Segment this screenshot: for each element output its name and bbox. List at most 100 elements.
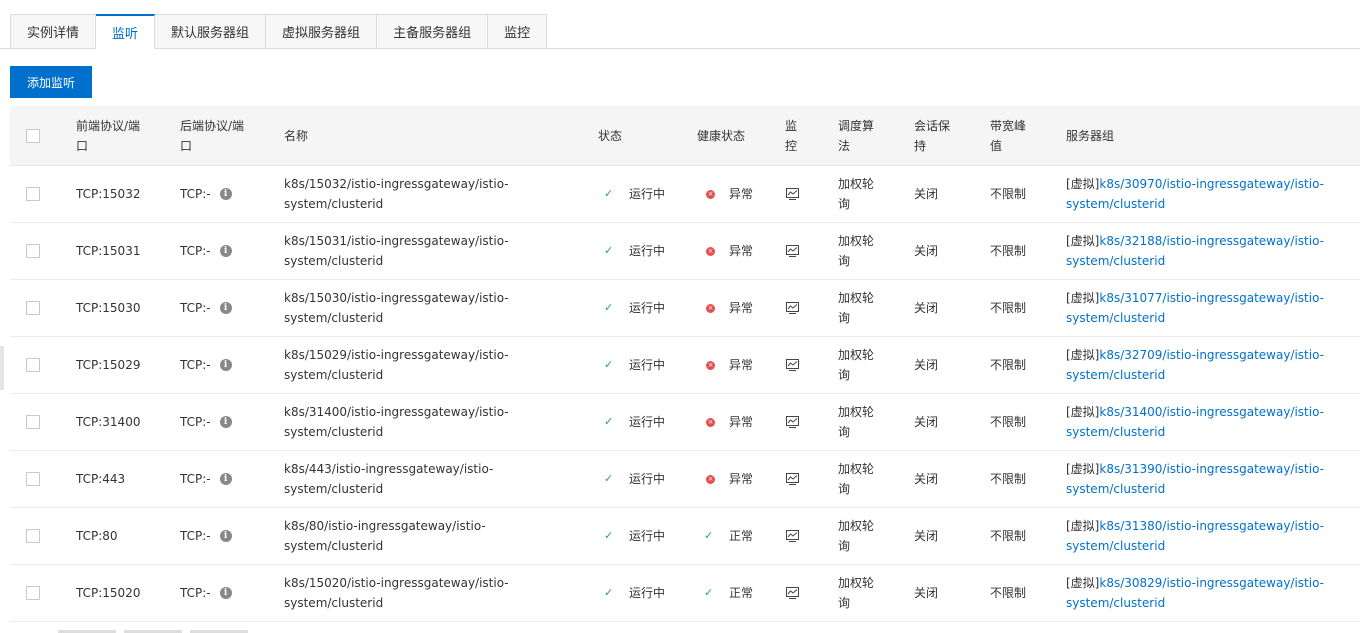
table-body: TCP:15032 TCP:- i k8s/15032/istio-ingres… bbox=[10, 166, 1360, 622]
server-group-link[interactable]: system/clusterid bbox=[1066, 425, 1165, 439]
listener-name: k8s/15030/istio-ingressgateway/istio-sys… bbox=[284, 288, 509, 328]
error-circle-icon: × bbox=[706, 474, 715, 484]
listener-name-line: k8s/31400/istio-ingressgateway/istio- bbox=[284, 405, 509, 419]
info-icon[interactable]: i bbox=[219, 245, 232, 257]
row-select-cell bbox=[26, 508, 40, 564]
status-cell: ✓ 运行中 bbox=[604, 565, 665, 621]
server-group-type: [虚拟] bbox=[1066, 291, 1100, 305]
row-checkbox[interactable] bbox=[26, 415, 40, 429]
tab-monitoring[interactable]: 监控 bbox=[488, 14, 548, 49]
row-checkbox[interactable] bbox=[26, 529, 40, 543]
server-group-line: system/clusterid bbox=[1066, 422, 1324, 442]
listener-name-line: k8s/15020/istio-ingressgateway/istio- bbox=[284, 576, 509, 590]
session-text: 关闭 bbox=[914, 301, 939, 315]
server-group-cell: [虚拟]k8s/31400/istio-ingressgateway/istio… bbox=[1066, 394, 1356, 450]
info-icon[interactable]: i bbox=[219, 473, 232, 485]
row-select-cell bbox=[26, 565, 40, 621]
server-group-link[interactable]: system/clusterid bbox=[1066, 539, 1165, 553]
listener-name-cell: k8s/15030/istio-ingressgateway/istio-sys… bbox=[284, 280, 584, 336]
row-checkbox[interactable] bbox=[26, 472, 40, 486]
server-group-link[interactable]: k8s/31380/istio-ingressgateway/istio- bbox=[1099, 519, 1324, 533]
server-group-cell: [虚拟]k8s/31390/istio-ingressgateway/istio… bbox=[1066, 451, 1356, 507]
server-group-link[interactable]: system/clusterid bbox=[1066, 482, 1165, 496]
health-cell: × 异常 bbox=[704, 223, 753, 279]
listener-name-line: k8s/15030/istio-ingressgateway/istio- bbox=[284, 291, 509, 305]
server-group-link[interactable]: k8s/31077/istio-ingressgateway/istio- bbox=[1099, 291, 1324, 305]
header-frontend-line2: 口 bbox=[76, 138, 89, 153]
health-cell: × 异常 bbox=[704, 451, 753, 507]
algorithm-text: 加权轮询 bbox=[838, 459, 874, 499]
server-group-link[interactable]: k8s/32709/istio-ingressgateway/istio- bbox=[1099, 348, 1324, 362]
header-bandwidth-line2: 值 bbox=[990, 138, 1003, 153]
server-group-link[interactable]: system/clusterid bbox=[1066, 368, 1165, 382]
info-icon[interactable]: i bbox=[219, 587, 232, 599]
monitor-chart-icon[interactable] bbox=[786, 587, 799, 599]
header-algorithm-line2: 法 bbox=[838, 138, 851, 153]
server-group-link[interactable]: system/clusterid bbox=[1066, 596, 1165, 610]
tab-listeners[interactable]: 监听 bbox=[96, 14, 156, 49]
add-listener-button[interactable]: 添加监听 bbox=[10, 66, 92, 98]
tab-virtual-server-group[interactable]: 虚拟服务器组 bbox=[266, 14, 378, 49]
monitor-chart-icon[interactable] bbox=[786, 416, 799, 428]
algorithm-text-line: 加权轮 bbox=[838, 462, 875, 476]
algorithm-text-line: 询 bbox=[838, 482, 851, 496]
algorithm-cell: 加权轮询 bbox=[838, 394, 883, 450]
table-row: TCP:15032 TCP:- i k8s/15032/istio-ingres… bbox=[10, 166, 1360, 223]
server-group-link[interactable]: k8s/31400/istio-ingressgateway/istio- bbox=[1099, 405, 1324, 419]
row-checkbox[interactable] bbox=[26, 244, 40, 258]
info-icon[interactable]: i bbox=[219, 359, 232, 371]
info-icon[interactable]: i bbox=[219, 416, 232, 428]
select-all-checkbox[interactable] bbox=[26, 128, 40, 143]
row-checkbox[interactable] bbox=[26, 586, 40, 600]
listener-name: k8s/80/istio-ingressgateway/istio-system… bbox=[284, 516, 584, 556]
tab-primary-backup-group[interactable]: 主备服务器组 bbox=[377, 14, 489, 49]
server-group-link[interactable]: system/clusterid bbox=[1066, 197, 1165, 211]
status-text: 运行中 bbox=[629, 244, 666, 258]
monitor-chart-icon[interactable] bbox=[786, 188, 799, 200]
info-icon[interactable]: i bbox=[219, 188, 232, 200]
server-group-line: [虚拟]k8s/31077/istio-ingressgateway/istio… bbox=[1066, 288, 1324, 308]
header-status: 状态 bbox=[598, 128, 623, 143]
server-group-link[interactable]: system/clusterid bbox=[1066, 254, 1165, 268]
server-group-link[interactable]: k8s/30829/istio-ingressgateway/istio- bbox=[1099, 576, 1324, 590]
server-group-link[interactable]: k8s/31390/istio-ingressgateway/istio- bbox=[1099, 462, 1324, 476]
server-group-line: [虚拟]k8s/31400/istio-ingressgateway/istio… bbox=[1066, 402, 1324, 422]
health-cell: × 异常 bbox=[704, 394, 753, 450]
server-group-link[interactable]: system/clusterid bbox=[1066, 311, 1165, 325]
monitor-chart-icon[interactable] bbox=[786, 245, 799, 257]
info-icon[interactable]: i bbox=[219, 530, 232, 542]
header-session: 会话保持 bbox=[914, 106, 959, 165]
algorithm-text-line: 询 bbox=[838, 254, 851, 268]
row-select-cell bbox=[26, 166, 40, 222]
server-group-link[interactable]: k8s/30970/istio-ingressgateway/istio- bbox=[1099, 177, 1324, 191]
monitor-chart-icon[interactable] bbox=[786, 473, 799, 485]
tab-default-server-group[interactable]: 默认服务器组 bbox=[155, 14, 267, 49]
server-group: [虚拟]k8s/31390/istio-ingressgateway/istio… bbox=[1066, 459, 1324, 499]
listener-name-cell: k8s/15029/istio-ingressgateway/istio-sys… bbox=[284, 337, 584, 393]
algorithm-cell: 加权轮询 bbox=[838, 166, 883, 222]
check-icon: ✓ bbox=[604, 472, 614, 485]
check-icon: ✓ bbox=[704, 586, 714, 599]
monitor-chart-icon[interactable] bbox=[786, 302, 799, 314]
listener-name-line: system/clusterid bbox=[284, 254, 384, 268]
session-text: 关闭 bbox=[914, 358, 939, 372]
status-cell: ✓ 运行中 bbox=[604, 508, 665, 564]
info-icon[interactable]: i bbox=[219, 302, 232, 314]
server-group-type: [虚拟] bbox=[1066, 234, 1100, 248]
listener-name-line: system/clusterid bbox=[284, 596, 384, 610]
monitor-chart-icon[interactable] bbox=[786, 530, 799, 542]
health-cell: × 异常 bbox=[704, 337, 753, 393]
row-checkbox[interactable] bbox=[26, 301, 40, 315]
row-select-cell bbox=[26, 394, 40, 450]
server-group-link[interactable]: k8s/32188/istio-ingressgateway/istio- bbox=[1099, 234, 1324, 248]
server-group-line: [虚拟]k8s/30829/istio-ingressgateway/istio… bbox=[1066, 573, 1324, 593]
monitor-chart-icon[interactable] bbox=[786, 359, 799, 371]
algorithm-text-line: 加权轮 bbox=[838, 177, 875, 191]
row-checkbox[interactable] bbox=[26, 358, 40, 372]
health-text: 异常 bbox=[729, 472, 754, 486]
monitor-cell bbox=[786, 166, 799, 222]
table-row: TCP:443 TCP:- i k8s/443/istio-ingressgat… bbox=[10, 451, 1360, 508]
side-scroll-handle[interactable] bbox=[0, 346, 4, 390]
row-checkbox[interactable] bbox=[26, 187, 40, 201]
tab-instance-details[interactable]: 实例详情 bbox=[10, 14, 97, 49]
